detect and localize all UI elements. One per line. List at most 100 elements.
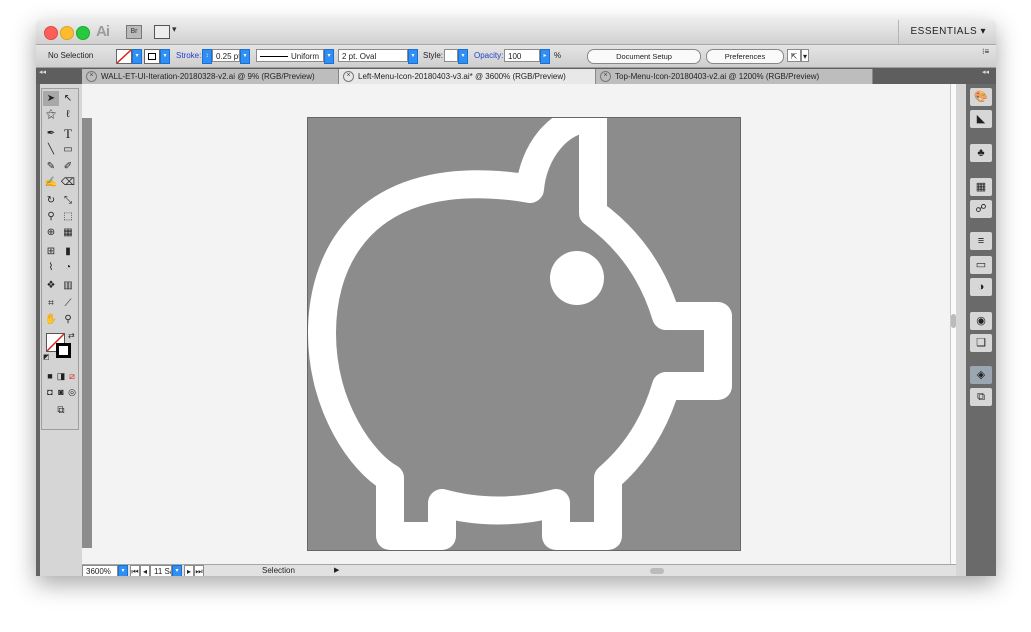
stroke-stepper[interactable]: ↕	[202, 49, 212, 64]
blend-tool-icon[interactable]: ◔	[60, 260, 76, 275]
select-similar-dropdown[interactable]: ▾	[801, 49, 809, 62]
stroke-label[interactable]: Stroke:	[176, 51, 201, 60]
pen-tool-icon[interactable]: ✒	[43, 126, 59, 141]
zoom-tool-icon[interactable]: ⚲	[60, 312, 76, 327]
opacity-dropdown[interactable]: ▸	[540, 49, 550, 64]
magic-wand-tool-icon[interactable]: ⚝	[43, 107, 59, 122]
first-artboard-button[interactable]: ⏮	[130, 565, 140, 576]
preferences-button[interactable]: Preferences	[706, 49, 784, 64]
opacity-field[interactable]: 100	[504, 49, 540, 62]
free-transform-tool-icon[interactable]: ⬚	[60, 209, 76, 224]
type-tool-icon[interactable]: T	[60, 126, 76, 141]
workspace-switcher[interactable]: ESSENTIALS ▾	[897, 20, 997, 44]
vertical-scrollbar[interactable]	[950, 84, 956, 564]
last-artboard-button[interactable]: ⏭	[194, 565, 204, 576]
artboard-tool-icon[interactable]: ⌗	[43, 296, 59, 311]
chevron-down-icon[interactable]: ▾	[172, 24, 177, 35]
gradient-tool-icon[interactable]: ▮	[60, 244, 76, 259]
close-tab-icon[interactable]: ×	[86, 71, 97, 83]
swatches-panel-icon[interactable]: ♣	[970, 144, 992, 162]
stroke-weight-field[interactable]: 0.25 pt	[212, 49, 240, 62]
symbol-sprayer-tool-icon[interactable]: ❖	[43, 278, 59, 293]
symbols-panel-icon[interactable]: ☍	[970, 200, 992, 218]
none-mode-icon[interactable]: ⧄	[67, 369, 77, 384]
color-guide-icon[interactable]: ◣	[970, 110, 992, 128]
screen-mode-icon[interactable]: ⧉	[50, 403, 72, 418]
default-fill-stroke-icon[interactable]: ◩	[43, 353, 50, 361]
bridge-button[interactable]: Br	[126, 25, 142, 39]
document-setup-button[interactable]: Document Setup	[587, 49, 701, 64]
stroke-panel-icon[interactable]: ≡	[970, 232, 992, 250]
direct-selection-tool-icon[interactable]: ↖	[60, 91, 76, 106]
lasso-tool-icon[interactable]: ℓ	[60, 107, 76, 122]
paintbrush-tool-icon[interactable]: ✎	[43, 159, 59, 174]
selection-tool-icon[interactable]: ➤	[43, 91, 59, 106]
panel-menu-icon[interactable]: ⁝≡	[982, 47, 989, 56]
brush-definition[interactable]: 2 pt. Oval	[338, 49, 408, 62]
fill-dropdown[interactable]: ▾	[132, 49, 142, 64]
rotate-tool-icon[interactable]: ↻	[43, 193, 59, 208]
stroke-box[interactable]	[56, 343, 71, 358]
line-tool-icon[interactable]: ╲	[43, 142, 59, 157]
appearance-panel-icon[interactable]: ◉	[970, 312, 992, 330]
artboard-field[interactable]: 11 Sal	[150, 565, 172, 576]
draw-inside-icon[interactable]: ◎	[67, 385, 77, 400]
status-menu-arrow-icon[interactable]: ▶	[334, 565, 339, 576]
hand-tool-icon[interactable]: ✋	[43, 312, 59, 327]
swap-fill-stroke-icon[interactable]: ⇄	[68, 331, 75, 340]
graphic-style-swatch[interactable]	[444, 49, 458, 62]
slice-tool-icon[interactable]: ⟋	[60, 296, 76, 311]
mesh-tool-icon[interactable]: ⊞	[43, 244, 59, 259]
fill-stroke-widget[interactable]: ⇄ ◩	[43, 331, 76, 363]
blob-brush-tool-icon[interactable]: ✍	[43, 175, 59, 190]
close-tab-icon[interactable]: ×	[600, 71, 611, 83]
color-mode-icon[interactable]: ■	[45, 369, 55, 384]
artboard-dropdown[interactable]: ▾	[172, 565, 182, 576]
stroke-dropdown[interactable]: ▾	[160, 49, 170, 64]
close-window-button[interactable]	[44, 26, 58, 40]
select-similar-icon[interactable]: ⇱	[787, 49, 801, 62]
collapse-right-panel-icon[interactable]: ◂◂	[982, 68, 989, 76]
horizontal-scroll-thumb[interactable]	[650, 568, 664, 574]
minimize-window-button[interactable]	[60, 26, 74, 40]
zoom-level-field[interactable]: 3600%	[82, 565, 118, 576]
tab-wall-et-ui-iteration[interactable]: × WALL-ET-UI-Iteration-20180328-v2.ai @ 9…	[82, 69, 339, 84]
stroke-swatch[interactable]	[144, 49, 160, 64]
opacity-label[interactable]: Opacity:	[474, 51, 503, 60]
gradient-panel-icon[interactable]: ▭	[970, 256, 992, 274]
transparency-panel-icon[interactable]: ◑	[970, 278, 992, 296]
fill-swatch[interactable]	[116, 49, 132, 64]
variable-width-profile[interactable]: Uniform	[256, 49, 324, 62]
color-panel-icon[interactable]: 🎨	[970, 88, 992, 106]
collapse-left-panel-icon[interactable]: ◂◂	[39, 68, 46, 76]
maximize-window-button[interactable]	[76, 26, 90, 40]
column-graph-tool-icon[interactable]: ▥	[60, 278, 76, 293]
layers-panel-icon[interactable]: ◈	[970, 366, 992, 384]
stroke-weight-dropdown[interactable]: ▾	[240, 49, 250, 64]
eraser-tool-icon[interactable]: ⌫	[60, 175, 76, 190]
next-artboard-button[interactable]: ▸	[184, 565, 194, 576]
profile-dropdown[interactable]: ▾	[324, 49, 334, 64]
pencil-tool-icon[interactable]: ✐	[60, 159, 76, 174]
arrange-documents-icon[interactable]	[154, 25, 170, 39]
rectangle-tool-icon[interactable]: ▭	[60, 142, 76, 157]
zoom-dropdown[interactable]: ▾	[118, 565, 128, 576]
draw-normal-icon[interactable]: ◘	[45, 385, 55, 400]
brushes-panel-icon[interactable]: ▦	[970, 178, 992, 196]
close-tab-icon[interactable]: ×	[343, 71, 354, 83]
piggy-bank-artwork[interactable]	[307, 117, 741, 551]
tab-left-menu-icon[interactable]: × Left-Menu-Icon-20180403-v3.ai* @ 3600% …	[339, 69, 596, 84]
graphic-styles-panel-icon[interactable]: ❏	[970, 334, 992, 352]
brush-dropdown[interactable]: ▾	[408, 49, 418, 64]
scale-tool-icon[interactable]: ⤡	[60, 193, 76, 208]
current-tool-status[interactable]: Selection	[262, 565, 295, 576]
draw-behind-icon[interactable]: ◙	[56, 385, 66, 400]
tab-top-menu-icon[interactable]: × Top-Menu-Icon-20180403-v2.ai @ 1200% (R…	[596, 69, 873, 84]
gradient-mode-icon[interactable]: ◨	[56, 369, 66, 384]
eyedropper-tool-icon[interactable]: ⌇	[43, 260, 59, 275]
width-tool-icon[interactable]: ⚲	[43, 209, 59, 224]
perspective-grid-tool-icon[interactable]: ▦	[60, 225, 76, 240]
artboards-panel-icon[interactable]: ⧉	[970, 388, 992, 406]
previous-artboard-button[interactable]: ◂	[140, 565, 150, 576]
style-dropdown[interactable]: ▾	[458, 49, 468, 64]
